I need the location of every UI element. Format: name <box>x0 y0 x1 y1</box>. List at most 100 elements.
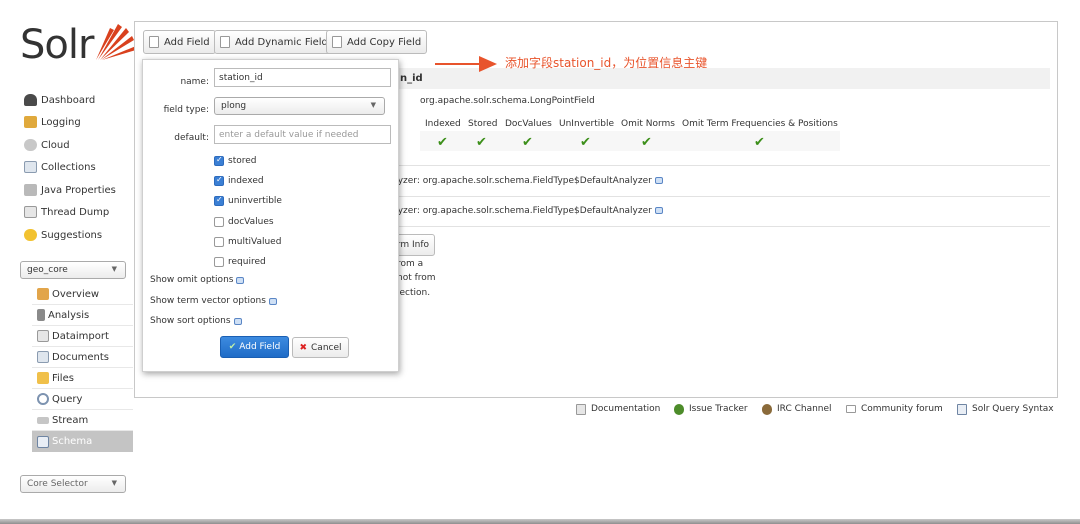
document-icon <box>576 403 586 415</box>
default-label: default: <box>174 133 209 143</box>
flag-header: UnInvertible <box>559 119 614 129</box>
document-icon <box>332 36 342 48</box>
checkbox-unchecked[interactable] <box>214 217 224 227</box>
field-type-class: org.apache.solr.schema.LongPointField <box>420 96 595 106</box>
name-input[interactable]: station_id <box>214 68 391 87</box>
checkbox-checked[interactable] <box>214 195 224 206</box>
documentation-link[interactable]: Documentation <box>576 403 660 415</box>
bug-icon <box>674 403 684 415</box>
show-omit-options-toggle[interactable]: Show omit options <box>150 275 245 285</box>
expand-icon <box>236 276 245 284</box>
query-analyzer-text: nalyzer: org.apache.solr.schema.FieldTyp… <box>384 206 652 216</box>
nav-collections[interactable]: Collections <box>24 158 96 176</box>
submit-add-field-button[interactable]: ✔ Add Field <box>220 336 289 358</box>
core-item-label: Dataimport <box>52 330 109 342</box>
info-text-line: lection. <box>397 288 431 298</box>
multivalued-checkbox[interactable]: multiValued <box>214 235 281 249</box>
core-select-dropdown[interactable]: geo_core ▼ <box>20 261 126 279</box>
show-omit-label: Show omit options <box>150 275 234 285</box>
core-item-label: Query <box>52 393 83 405</box>
divider <box>394 196 1050 197</box>
term-info-label: rm Info <box>396 240 429 250</box>
core-item-label: Documents <box>52 351 110 363</box>
default-input[interactable]: enter a default value if needed <box>214 125 391 144</box>
nav-cloud[interactable]: Cloud <box>24 136 70 154</box>
uninvertible-checkbox[interactable]: uninvertible <box>214 194 282 208</box>
check-icon: ✔ <box>641 135 652 150</box>
core-item-query[interactable]: Query <box>32 389 133 410</box>
add-dynamic-field-button[interactable]: Add Dynamic Field <box>214 30 334 54</box>
core-item-schema[interactable]: Schema <box>32 431 133 452</box>
nav-suggestions[interactable]: Suggestions <box>24 226 102 244</box>
show-sort-options-toggle[interactable]: Show sort options <box>150 316 242 326</box>
checkbox-checked[interactable] <box>214 175 224 186</box>
core-item-label: Stream <box>52 414 89 426</box>
solr-query-syntax-link[interactable]: Solr Query Syntax <box>957 403 1054 415</box>
document-icon <box>220 36 230 48</box>
check-icon: ✔ <box>476 135 487 150</box>
add-copy-field-button[interactable]: Add Copy Field <box>326 30 428 54</box>
stored-checkbox[interactable]: stored <box>214 154 256 168</box>
flag-header: Stored <box>468 119 498 129</box>
add-field-button[interactable]: Add Field <box>143 30 216 54</box>
annotation-text: 添加字段station_id，为位置信息主键 <box>505 56 708 70</box>
expand-icon[interactable] <box>654 177 663 184</box>
chevron-down-icon: ▼ <box>370 101 376 109</box>
nav-cloud-label: Cloud <box>41 139 70 151</box>
field-type-value: plong <box>221 101 247 111</box>
solr-logo[interactable]: Solr <box>20 22 136 72</box>
checkbox-unchecked[interactable] <box>214 257 224 267</box>
checkbox-checked[interactable] <box>214 155 224 166</box>
field-type-select[interactable]: plong ▼ <box>214 97 385 115</box>
nav-logging[interactable]: Logging <box>24 113 81 131</box>
collections-icon <box>24 161 37 173</box>
annotation-arrow-icon <box>435 56 497 72</box>
docvalues-checkbox[interactable]: docValues <box>214 215 274 229</box>
add-copy-field-label: Add Copy Field <box>347 36 422 48</box>
nav-logging-label: Logging <box>41 116 81 128</box>
nav-dashboard[interactable]: Dashboard <box>24 91 95 109</box>
nav-thread-dump[interactable]: Thread Dump <box>24 203 109 221</box>
multivalued-label: multiValued <box>228 237 282 247</box>
stored-label: stored <box>228 156 257 166</box>
required-label: required <box>228 257 266 267</box>
index-analyzer-text: nalyzer: org.apache.solr.schema.FieldTyp… <box>384 176 652 186</box>
indexed-checkbox[interactable]: indexed <box>214 174 264 188</box>
divider <box>394 226 1050 227</box>
overview-icon <box>37 288 49 300</box>
core-item-files[interactable]: Files <box>32 368 133 389</box>
show-term-vector-label: Show term vector options <box>150 296 266 306</box>
query-analyzer[interactable]: nalyzer: org.apache.solr.schema.FieldTyp… <box>384 206 663 216</box>
expand-icon[interactable] <box>654 207 663 214</box>
issue-tracker-link[interactable]: Issue Tracker <box>674 403 748 415</box>
flag-header: DocValues <box>505 119 552 129</box>
community-forum-label: Community forum <box>861 404 943 414</box>
suggestions-icon <box>24 229 37 241</box>
show-term-vector-options-toggle[interactable]: Show term vector options <box>150 296 277 306</box>
index-analyzer[interactable]: nalyzer: org.apache.solr.schema.FieldTyp… <box>384 176 663 186</box>
nav-java-properties[interactable]: Java Properties <box>24 181 116 199</box>
check-icon: ✔ <box>228 342 237 352</box>
mail-icon <box>846 405 856 413</box>
core-item-overview[interactable]: Overview <box>32 284 133 305</box>
dashboard-icon <box>24 94 37 106</box>
chevron-down-icon: ▼ <box>111 479 117 487</box>
uninvertible-label: uninvertible <box>228 196 282 206</box>
checkbox-unchecked[interactable] <box>214 237 224 247</box>
irc-channel-link[interactable]: IRC Channel <box>762 403 832 415</box>
close-icon: ✖ <box>299 342 308 353</box>
issue-tracker-label: Issue Tracker <box>689 404 748 414</box>
core-item-label: Overview <box>52 288 100 300</box>
cancel-button[interactable]: ✖ Cancel <box>292 337 349 358</box>
required-checkbox[interactable]: required <box>214 255 266 269</box>
docvalues-label: docValues <box>228 217 274 227</box>
core-item-dataimport[interactable]: Dataimport <box>32 326 133 347</box>
field-name-text: n_id <box>400 73 423 84</box>
community-forum-link[interactable]: Community forum <box>846 403 943 415</box>
core-item-analysis[interactable]: Analysis <box>32 305 133 326</box>
check-icon: ✔ <box>754 135 765 150</box>
core-selector-dropdown[interactable]: Core Selector ▼ <box>20 475 126 493</box>
core-item-documents[interactable]: Documents <box>32 347 133 368</box>
core-item-stream[interactable]: Stream <box>32 410 133 431</box>
logo-wordmark: Solr <box>20 22 94 68</box>
